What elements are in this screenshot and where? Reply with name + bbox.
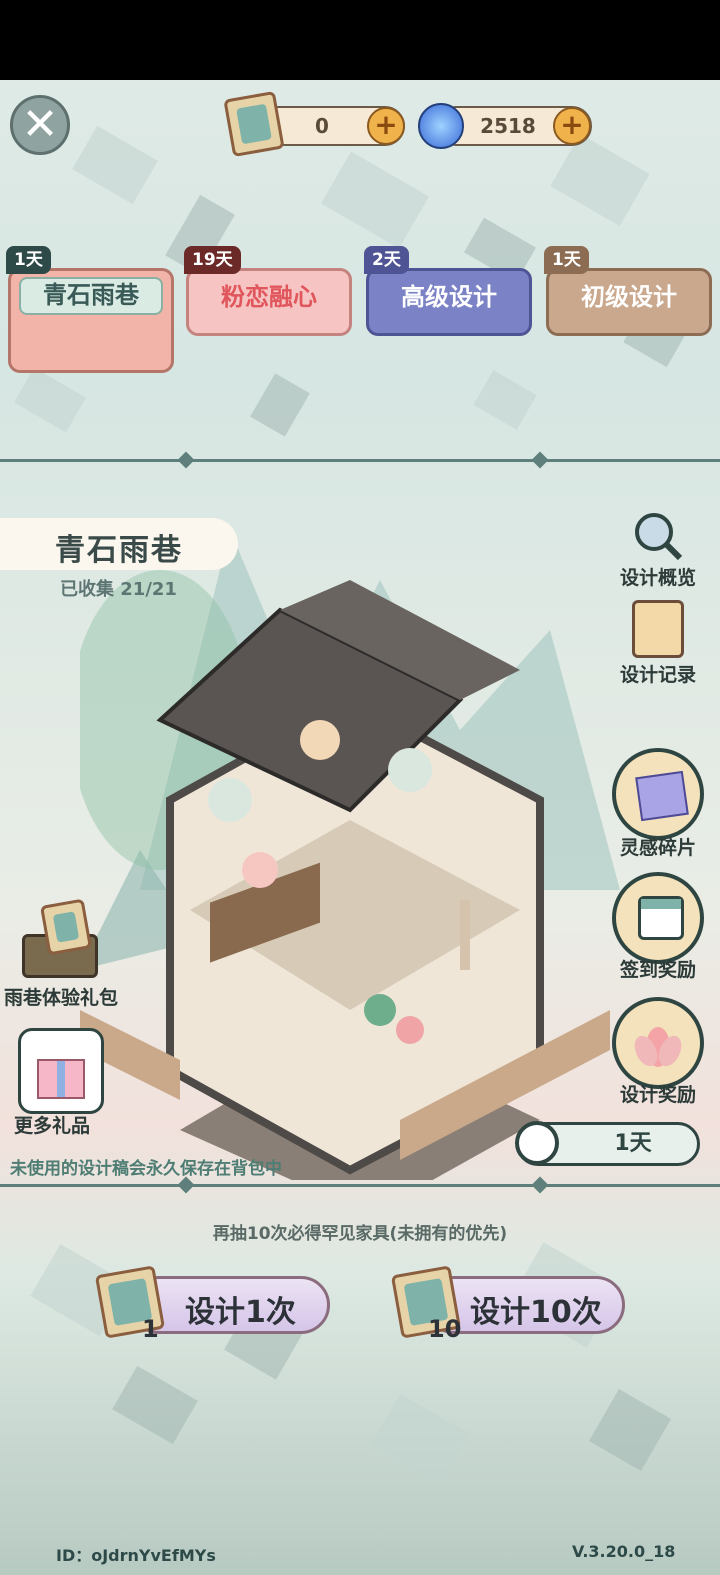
rewards-label[interactable]: 设计奖励 [606, 1080, 710, 1107]
calendar-icon [638, 896, 684, 940]
tab-days-badge: 2天 [364, 246, 409, 274]
status-bar [0, 0, 720, 80]
backpack-notice: 未使用的设计稿会永久保存在背包中 [10, 1159, 282, 1179]
gift-pack-button[interactable] [20, 898, 100, 980]
clock-icon [515, 1121, 559, 1165]
more-gifts-button[interactable] [18, 1028, 104, 1114]
draw-ten-label: 设计10次 [470, 1295, 602, 1330]
checkin-label[interactable]: 签到奖励 [606, 955, 710, 982]
more-gifts-label[interactable]: 更多礼品 [14, 1111, 114, 1138]
tab-days-badge: 1天 [6, 246, 51, 274]
tab-fenlian-rongxin[interactable]: 粉恋融心 [186, 268, 352, 336]
draw-ten-cost: 10 [428, 1315, 462, 1343]
magnifier-icon [635, 513, 683, 561]
rewards-button[interactable] [612, 997, 704, 1089]
clipboard-icon[interactable] [632, 600, 684, 658]
add-ticket-button[interactable]: + [367, 107, 405, 145]
event-timer: 1天 [515, 1121, 700, 1166]
checkin-button[interactable] [612, 872, 704, 964]
top-divider [0, 459, 720, 462]
overview-label[interactable]: 设计概览 [610, 563, 706, 590]
tab-label: 初级设计 [581, 283, 677, 311]
tab-label: 高级设计 [401, 283, 497, 311]
add-orb-button[interactable]: + [553, 107, 591, 145]
guarantee-text: 再抽10次必得罕见家具(未拥有的优先) [212, 1224, 508, 1244]
tab-days-badge: 19天 [184, 246, 241, 274]
tab-days-badge: 1天 [544, 246, 589, 274]
player-id: ID：oJdrnYvEfMYs [56, 1546, 216, 1565]
draw-once-cost: 1 [142, 1315, 159, 1343]
draw-once-label: 设计1次 [185, 1295, 296, 1330]
fragments-button[interactable] [612, 748, 704, 840]
overview-button[interactable] [630, 510, 684, 564]
set-title: 青石雨巷 [55, 533, 183, 568]
tab-label: 青石雨巷 [43, 281, 139, 309]
bottom-divider [0, 1184, 720, 1187]
version-text: V.3.20.0_18 [572, 1542, 676, 1561]
tab-qingshi-yuxiang[interactable]: 青石雨巷 [8, 268, 174, 373]
records-label[interactable]: 设计记录 [610, 660, 706, 687]
close-button[interactable]: ✕ [10, 95, 70, 155]
timer-text: 1天 [614, 1131, 652, 1156]
ticket-icon [223, 90, 285, 158]
close-icon: ✕ [21, 99, 59, 150]
fragments-label[interactable]: 灵感碎片 [606, 833, 710, 860]
tab-label: 粉恋融心 [221, 283, 317, 311]
gift-box-icon [37, 1059, 85, 1099]
gift-pack-label[interactable]: 雨巷体验礼包 [4, 983, 144, 1010]
lotus-icon [634, 1027, 682, 1067]
fragment-map-icon [635, 770, 689, 822]
orb-icon [418, 103, 464, 149]
collected-count: 已收集 21/21 [60, 579, 177, 600]
tab-basic-design[interactable]: 初级设计 [546, 268, 712, 336]
tab-advanced-design[interactable]: 高级设计 [366, 268, 532, 336]
orb-count: 2518 [480, 114, 536, 138]
ticket-count: 0 [315, 114, 329, 138]
